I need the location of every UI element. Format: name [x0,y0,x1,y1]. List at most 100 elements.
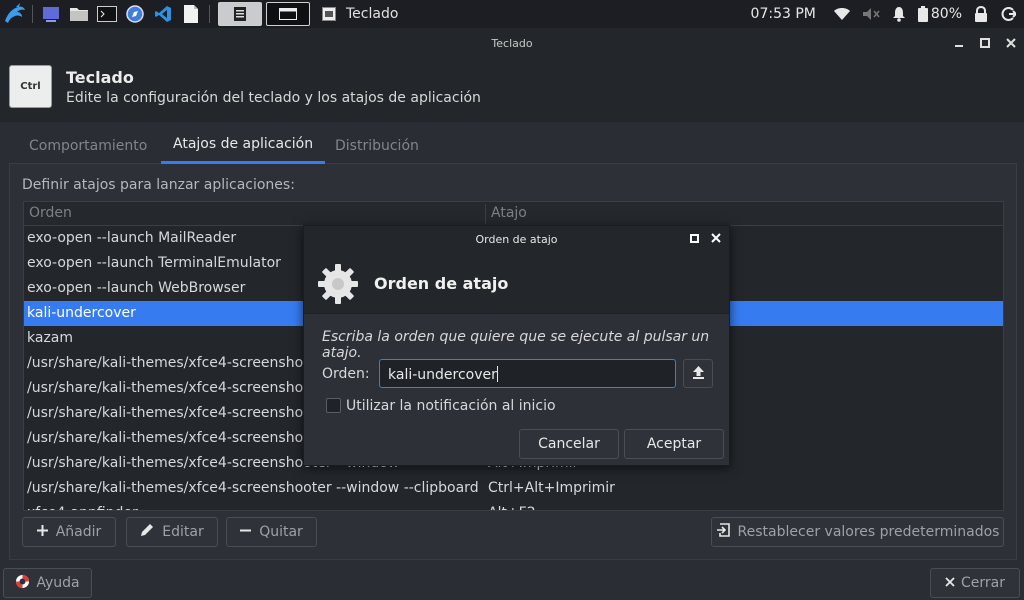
settings-header: Ctrl Teclado Edite la configuración del … [0,58,1024,122]
edit-button-label: Editar [162,524,204,540]
top-panel: Teclado 07:53 PM 80% [0,0,1024,28]
volume-muted-icon[interactable] [862,7,880,21]
battery-percent: 80% [930,6,962,22]
tab-label: Atajos de aplicación [173,136,314,152]
tab-bar: Comportamiento Atajos de aplicación Dist… [9,127,1017,164]
dialog-close-button[interactable] [711,231,721,247]
reset-defaults-button[interactable]: Restablecer valores predeterminados [711,517,1004,547]
battery-icon[interactable]: 80% [917,6,962,22]
file-manager-icon[interactable] [65,0,93,28]
browser-icon[interactable] [121,0,149,28]
row-command: kazam [27,330,74,346]
close-button[interactable]: Cerrar [930,568,1020,598]
column-header-atajo[interactable]: Atajo [491,205,527,221]
define-shortcuts-label: Definir atajos para lanzar aplicaciones: [22,177,295,193]
workspace-1[interactable] [218,2,262,26]
dialog-header: Orden de atajo [304,252,729,314]
cancel-button[interactable]: Cancelar [519,429,619,459]
panel-separator [32,5,33,23]
add-button[interactable]: Añadir [22,517,116,547]
row-command: kali-undercover [27,305,136,321]
help-button[interactable]: Ayuda [3,568,92,598]
revert-icon [716,523,730,541]
help-button-label: Ayuda [36,575,80,591]
row-command: /usr/share/kali-themes/xfce4-screenshoot… [27,480,479,496]
reset-defaults-button-label: Restablecer valores predeterminados [737,524,1000,540]
text-editor-icon[interactable] [177,0,205,28]
minimize-button[interactable] [952,36,966,50]
plus-icon [36,524,48,540]
taskbar-item-teclado[interactable]: Teclado [322,0,398,28]
dialog-description: Escriba la orden que quiere que se ejecu… [322,329,710,361]
dialog-titlebar[interactable]: Orden de atajo [304,226,729,252]
tab-distribucion[interactable]: Distribución [325,127,429,164]
browse-command-button[interactable] [683,359,713,388]
window-titlebar[interactable]: Teclado [0,28,1024,58]
row-command: xfce4-appfinder [27,505,138,510]
dialog-maximize-button[interactable] [690,231,699,247]
notification-bell-icon[interactable] [892,6,906,22]
row-command: /usr/share/kali-themes/xfce4-screenshoot… [27,430,332,446]
page-subtitle: Edite la configuración del teclado y los… [66,90,481,106]
pencil-icon [140,523,154,541]
remove-button[interactable]: Quitar [226,517,317,547]
row-shortcut: Alt+F2 [488,505,536,510]
lock-icon[interactable] [974,6,988,22]
accept-button[interactable]: Aceptar [624,429,724,459]
row-command: /usr/share/kali-themes/xfce4-screenshoot… [27,380,332,396]
page-title: Teclado [66,68,134,87]
startup-notification-label[interactable]: Utilizar la notificación al inicio [346,398,556,414]
cancel-button-label: Cancelar [538,436,600,452]
accept-button-label: Aceptar [646,436,702,452]
logout-icon[interactable] [1000,6,1016,22]
keyboard-ctrl-icon: Ctrl [9,65,52,108]
text-caret [496,366,498,382]
kali-menu-icon[interactable] [0,0,28,28]
clock[interactable]: 07:53 PM [751,6,816,22]
keyboard-app-icon [322,7,336,21]
edit-button[interactable]: Editar [126,517,218,547]
table-row[interactable]: xfce4-appfinder Alt+F2 [24,501,1003,510]
column-divider[interactable] [485,204,486,224]
command-input-value: kali-undercover [388,367,497,383]
row-command: /usr/share/kali-themes/xfce4-screenshoot… [27,355,332,371]
lifebuoy-icon [15,574,30,593]
close-button-label: Cerrar [961,575,1005,591]
row-command: exo-open --launch TerminalEmulator [27,255,281,271]
row-shortcut: Ctrl+Alt+Imprimir [488,480,615,496]
panel-separator [209,5,210,23]
tab-label: Comportamiento [29,137,148,154]
close-icon [945,575,955,591]
shortcut-command-dialog: Orden de atajo Orden de atajo Escriba la… [303,225,730,466]
ctrl-icon-label: Ctrl [20,81,41,92]
gear-icon [318,264,358,304]
vscode-icon[interactable] [149,0,177,28]
taskbar-item-label: Teclado [346,6,399,22]
desktop-icon[interactable] [37,0,65,28]
remove-button-label: Quitar [259,524,303,540]
row-command: exo-open --launch WebBrowser [27,280,246,296]
dialog-window-title: Orden de atajo [475,232,558,246]
command-label: Orden: [322,366,370,382]
command-input[interactable]: kali-undercover [379,359,676,388]
minus-icon [240,524,252,540]
maximize-button[interactable] [978,36,992,50]
workspace-2[interactable] [266,2,310,26]
tab-comportamiento[interactable]: Comportamiento [19,127,157,164]
table-header: Orden Atajo [24,202,1003,226]
tab-label: Distribución [335,137,419,154]
tab-atajos-de-aplicacion[interactable]: Atajos de aplicación [161,127,326,164]
wifi-icon[interactable] [833,8,850,20]
bottom-bar: Ayuda Cerrar [0,560,1024,600]
window-title: Teclado [491,36,533,50]
upload-icon [692,365,705,383]
terminal-icon[interactable] [93,0,121,28]
close-window-button[interactable] [1004,36,1018,50]
startup-notification-checkbox[interactable] [326,398,341,413]
add-button-label: Añadir [55,524,102,540]
row-command: /usr/share/kali-themes/xfce4-screenshoot… [27,405,332,421]
column-header-orden[interactable]: Orden [29,205,72,221]
dialog-title: Orden de atajo [374,274,509,293]
table-row[interactable]: /usr/share/kali-themes/xfce4-screenshoot… [24,476,1003,501]
row-command: exo-open --launch MailReader [27,230,237,246]
